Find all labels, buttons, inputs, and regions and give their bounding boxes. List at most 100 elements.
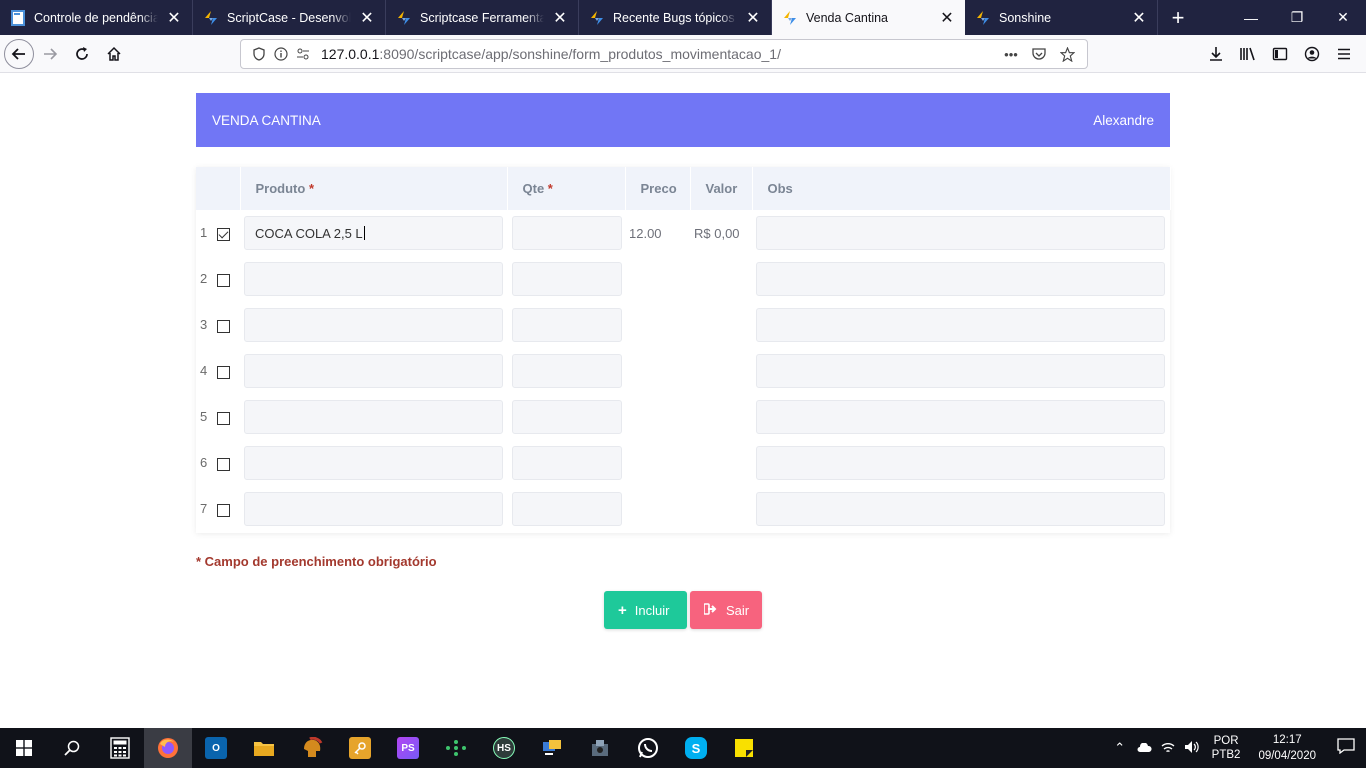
tool-icon[interactable] [576,728,624,768]
produto-input[interactable]: COCA COLA 2,5 L [244,216,503,250]
obs-input[interactable] [756,492,1165,526]
row-checkbox[interactable] [216,365,230,379]
outlook-icon[interactable]: O [192,728,240,768]
sidebar-icon[interactable] [1264,38,1296,70]
shield-icon[interactable] [249,44,269,64]
row-checkbox[interactable] [216,319,230,333]
qte-input[interactable] [512,354,622,388]
produto-input[interactable] [244,400,503,434]
address-bar[interactable]: 127.0.0.1:8090/scriptcase/app/sonshine/f… [240,39,1088,69]
produto-input[interactable] [244,308,503,342]
input-language[interactable]: POR PTB2 [1212,734,1241,762]
close-icon[interactable]: ✕ [550,8,570,28]
home-icon[interactable] [98,38,130,70]
obs-cell [752,486,1170,532]
obs-cell [752,302,1170,348]
file-explorer-icon[interactable] [240,728,288,768]
info-icon[interactable] [271,44,291,64]
notification-icon[interactable] [1326,737,1366,759]
incluir-button[interactable]: + Incluir [604,591,687,629]
obs-input[interactable] [756,262,1165,296]
preco-value: 12.00 [629,225,662,241]
row-checkbox[interactable] [216,411,230,425]
browser-tab[interactable]: ScriptCase - Desenvolvime ✕ [193,0,386,35]
library-icon[interactable] [1232,38,1264,70]
close-icon[interactable]: ✕ [937,8,957,28]
row-select-cell: 5 [196,394,240,440]
qte-input[interactable] [512,492,622,526]
sair-label: Sair [726,602,750,618]
obs-input[interactable] [756,308,1165,342]
clock-time: 12:17 [1272,734,1302,746]
bookmark-star-icon[interactable] [1057,44,1077,64]
sair-button[interactable]: Sair [690,591,762,629]
qte-input[interactable] [512,400,622,434]
minimize-icon[interactable]: — [1228,0,1274,35]
scriptcase-icon [396,10,412,26]
browser-tab-active[interactable]: Venda Cantina ✕ [772,0,965,35]
close-icon[interactable]: ✕ [1129,8,1149,28]
row-checkbox[interactable] [216,503,230,517]
close-window-icon[interactable]: ✕ [1320,0,1366,35]
obs-input[interactable] [756,446,1165,480]
network-icon[interactable] [432,728,480,768]
permissions-icon[interactable] [293,44,313,64]
row-checkbox[interactable] [216,457,230,471]
browser-tab[interactable]: Recente Bugs tópicos - Sc ✕ [579,0,772,35]
back-arrow-icon[interactable] [4,38,34,69]
whatsapp-icon[interactable] [624,728,672,768]
qte-input[interactable] [512,308,622,342]
produto-input[interactable] [244,354,503,388]
obs-input[interactable] [756,216,1165,250]
browser-tab[interactable]: Controle de pendências | S ✕ [0,0,193,35]
qte-input[interactable] [512,262,622,296]
close-icon[interactable]: ✕ [357,8,377,28]
produto-input[interactable] [244,262,503,296]
table-row: 3 [196,302,1170,348]
produto-input[interactable] [244,492,503,526]
search-icon[interactable] [48,728,96,768]
speaker-icon[interactable] [1180,740,1204,757]
heidisql-icon[interactable]: HS [480,728,528,768]
windows-start-icon[interactable] [0,728,48,768]
wifi-icon[interactable] [1156,740,1180,757]
forward-arrow-icon[interactable] [34,38,66,70]
restore-icon[interactable]: ❐ [1274,0,1320,35]
spartan-helmet-icon[interactable] [288,728,336,768]
produto-input[interactable] [244,446,503,480]
heidisql-label: HS [493,737,515,759]
browser-tab[interactable]: Scriptcase Ferramenta de ✕ [386,0,579,35]
sticky-notes-icon[interactable] [720,728,768,768]
menu-icon[interactable] [1328,38,1360,70]
row-number: 6 [200,455,208,471]
row-checkbox[interactable] [216,227,230,241]
pocket-icon[interactable] [1029,44,1049,64]
phpstorm-icon[interactable]: PS [384,728,432,768]
firefox-icon[interactable] [144,728,192,768]
new-tab-button[interactable]: + [1162,0,1194,35]
calculator-icon[interactable] [96,728,144,768]
account-icon[interactable] [1296,38,1328,70]
clock[interactable]: 12:17 09/04/2020 [1258,732,1316,764]
url-text[interactable]: 127.0.0.1:8090/scriptcase/app/sonshine/f… [321,46,781,62]
download-icon[interactable] [1200,38,1232,70]
obs-cell [752,256,1170,302]
skype-icon[interactable]: S [672,728,720,768]
form-buttons: + Incluir Sair [604,591,762,629]
chevron-up-icon[interactable]: ⌃ [1108,740,1132,756]
qte-input[interactable] [512,216,622,250]
reload-icon[interactable] [66,38,98,70]
url-host: 127.0.0.1 [321,46,380,62]
obs-input[interactable] [756,354,1165,388]
key-icon[interactable] [336,728,384,768]
header-preco: Preco [625,167,691,210]
obs-input[interactable] [756,400,1165,434]
remote-desktop-icon[interactable] [528,728,576,768]
close-icon[interactable]: ✕ [743,8,763,28]
qte-input[interactable] [512,446,622,480]
cloud-icon[interactable] [1132,741,1156,756]
browser-tab[interactable]: Sonshine ✕ [965,0,1158,35]
close-icon[interactable]: ✕ [164,8,184,28]
more-actions-icon[interactable]: ••• [1001,44,1021,64]
row-checkbox[interactable] [216,273,230,287]
